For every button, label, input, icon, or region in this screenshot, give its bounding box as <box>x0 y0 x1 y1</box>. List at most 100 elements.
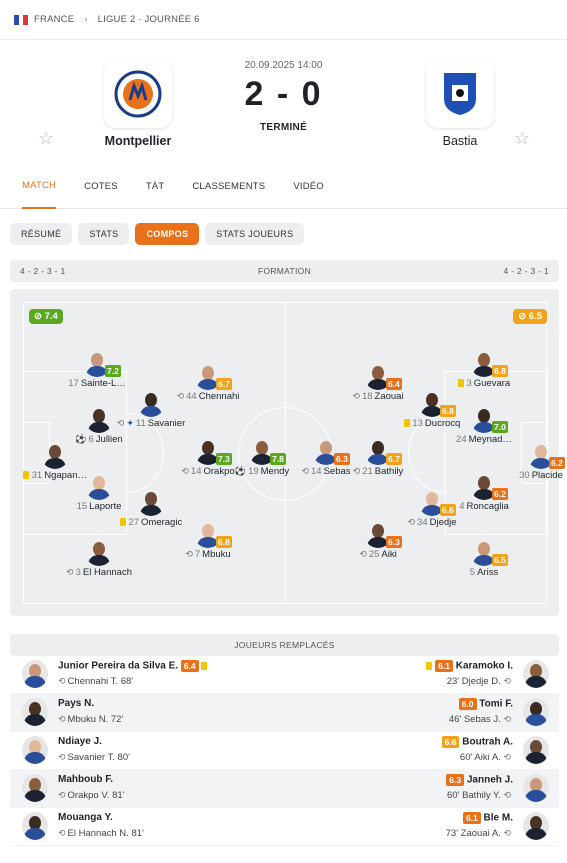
home-formation: 4 - 2 - 3 - 1 <box>20 266 66 276</box>
sub-rating: 6.3 <box>446 774 465 786</box>
subtab-stats[interactable]: STATS <box>78 223 130 245</box>
player-number: 6 <box>88 434 94 445</box>
sub-row: Mouanga Y. ⟲ El Hannach N. 81' 6.1 Ble M. 73… <box>10 808 559 846</box>
player-number: 25 <box>368 549 380 560</box>
away-sub-photo <box>523 812 549 840</box>
breadcrumb-country[interactable]: FRANCE <box>34 14 74 25</box>
home-player[interactable]: 7.2 17 Sainte-L… <box>52 349 142 389</box>
home-sub-in[interactable]: Pays N. <box>58 698 94 709</box>
sub-row: Pays N. ⟲ Mbuku N. 72' 6.0 Tomi F. 46' Sebas… <box>10 694 559 732</box>
player-photo <box>22 774 48 802</box>
substitution-icon: ⟲ <box>181 466 189 476</box>
favorite-away-star-icon[interactable]: ☆ <box>514 128 530 149</box>
player-rating: 6.8 <box>216 536 232 548</box>
away-sub-in[interactable]: 6.0 Tomi F. <box>458 698 513 710</box>
player-photo <box>137 389 165 417</box>
subs-header: JOUEURS REMPLACÉS <box>10 634 559 656</box>
player-rating: 6.8 <box>440 405 456 417</box>
substitution-icon: ⟲ <box>58 752 66 762</box>
sub-in-name: Boutrah A. <box>462 736 513 748</box>
player-number: 18 <box>361 391 373 402</box>
player-number: 5 <box>469 567 476 578</box>
substitution-icon: ⟲ <box>503 752 511 762</box>
breadcrumb-competition[interactable]: LIGUE 2 · JOURNÉE 6 <box>98 14 200 25</box>
away-sub-out: 46' Sebas J. ⟲ <box>449 714 513 725</box>
tab-video[interactable]: VIDÉO <box>293 165 324 209</box>
away-sub-in[interactable]: 6.6 Boutrah A. <box>441 736 513 748</box>
home-sub-in[interactable]: Ndiaye J. <box>58 736 102 747</box>
player-photo <box>523 698 549 726</box>
player-photo <box>523 736 549 764</box>
home-sub-out: ⟲ Orakpo V. 81' <box>58 790 124 801</box>
player-name: Placide <box>531 470 563 481</box>
yellow-card-icon <box>119 518 126 527</box>
away-sub-in[interactable]: 6.3 Janneh J. <box>446 774 513 786</box>
sub-out-name: Chennahi T. 68' <box>67 676 134 687</box>
subtab-resume[interactable]: RÉSUMÉ <box>10 223 73 245</box>
substitution-icon: ⟲ <box>58 790 66 800</box>
away-player[interactable]: 6.3 ⟲ 14 Sebas <box>281 437 371 477</box>
sub-out-name: 73' Zaouai A. <box>445 828 501 839</box>
substitution-icon: ⟲ <box>176 391 185 401</box>
player-name: Chennahi <box>198 391 240 402</box>
goal-ball-icon: ⚽ <box>75 434 87 444</box>
sub-rating: 6.1 <box>435 660 453 672</box>
match-header: ☆ Montpellier 20.09.2025 14:00 2 - 0 TER… <box>0 40 567 165</box>
home-sub-in[interactable]: Mahboub F. <box>58 774 113 785</box>
sub-out-name: 60' Aiki A. <box>459 752 501 763</box>
player-rating: 6.3 <box>334 453 350 465</box>
home-sub-out: ⟲ Mbuku N. 72' <box>58 714 123 725</box>
yellow-card-icon <box>457 379 464 388</box>
away-team[interactable]: Bastia <box>390 60 530 148</box>
away-sub-photo <box>523 736 549 764</box>
player-rating: 6.5 <box>492 554 508 566</box>
substitution-icon: ⟲ <box>503 790 511 800</box>
sub-out-name: 46' Sebas J. <box>448 714 501 725</box>
player-number: 15 <box>76 501 88 512</box>
substitution-icon: ⟲ <box>503 828 511 838</box>
away-player[interactable]: 6.5 5 Ariss <box>439 538 529 578</box>
away-player[interactable]: 6.8 3 Guevara <box>439 349 529 389</box>
yellow-card-icon <box>426 662 433 670</box>
tab-classements[interactable]: CLASSEMENTS <box>192 165 265 209</box>
away-sub-in[interactable]: 6.1 Karamoko I. <box>426 660 513 672</box>
yellow-card-icon <box>403 419 410 428</box>
home-sub-in[interactable]: Mouanga Y. <box>58 812 113 823</box>
assist-icon: ✦ <box>126 418 134 428</box>
away-sub-in[interactable]: 6.1 Ble M. <box>462 812 513 824</box>
sub-out-name: 60' Bathily Y. <box>447 790 501 801</box>
player-name: Ducrocq <box>424 418 461 429</box>
subtab-stats-joueurs[interactable]: STATS JOUEURS <box>205 223 305 245</box>
player-rating: 6.2 <box>549 457 565 469</box>
player-number: 44 <box>186 391 197 402</box>
sub-in-name: Ndiaye J. <box>58 736 102 747</box>
player-rating: 7.2 <box>105 365 121 377</box>
bastia-logo <box>426 60 494 128</box>
player-number: 11 <box>135 418 146 429</box>
home-sub-in[interactable]: Junior Pereira da Silva E. 6.4 <box>58 660 208 672</box>
sub-rating: 6.6 <box>441 736 460 748</box>
home-sub-out: ⟲ Savanier T. 80' <box>58 752 130 763</box>
home-player[interactable]: 6.7 ⟲ 44 Chennahi <box>163 362 253 402</box>
sub-out-name: Savanier T. 80' <box>67 752 130 763</box>
player-name: El Hannach <box>82 567 132 578</box>
away-player[interactable]: 6.3 ⟲ 25 Aiki <box>333 520 423 560</box>
home-player[interactable]: 6.8 ⟲ 7 Mbuku <box>163 520 253 560</box>
player-number: 17 <box>68 378 79 389</box>
player-photo <box>22 698 48 726</box>
tab-cotes[interactable]: COTES <box>84 165 118 209</box>
tab-match[interactable]: MATCH <box>22 165 57 209</box>
sub-in-name: Pays N. <box>58 698 95 709</box>
tab-tat[interactable]: TÀT <box>146 165 165 209</box>
home-player[interactable]: ⟲ 3 El Hannach <box>54 538 144 578</box>
player-photo <box>22 736 48 764</box>
player-rating: 6.3 <box>386 536 402 548</box>
subs-list: Junior Pereira da Silva E. 6.4 ⟲ Chennahi… <box>0 656 567 846</box>
subtab-compos[interactable]: COMPOS <box>135 223 200 245</box>
sub-tabs: RÉSUMÉ STATS COMPOS STATS JOUEURS <box>0 209 567 245</box>
player-name: Djedje <box>429 517 457 528</box>
player-number: 24 <box>456 434 467 445</box>
player-name: Guevara <box>473 378 511 389</box>
away-player[interactable]: 6.4 ⟲ 18 Zaouai <box>333 362 423 402</box>
player-number: 14 <box>311 466 322 477</box>
